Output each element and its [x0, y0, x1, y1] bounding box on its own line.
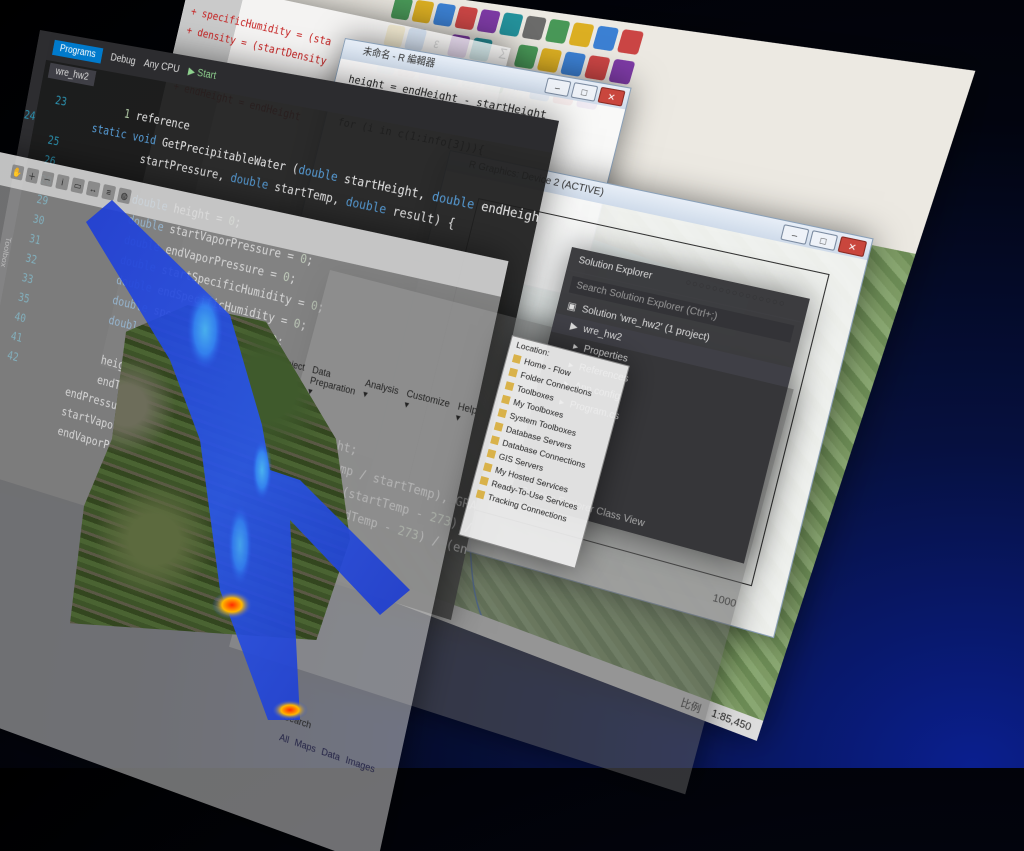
- scene: εΣ #? 比例 1:85,450 + specificHumidity = (…: [0, 0, 1024, 768]
- flow-domain: [86, 200, 410, 720]
- flow-model-overlay: [0, 0, 1024, 768]
- velocity-jet: [252, 440, 272, 500]
- hotspot: [212, 591, 252, 619]
- hotspot: [272, 700, 308, 720]
- velocity-jet: [228, 505, 252, 585]
- velocity-jet: [187, 290, 223, 370]
